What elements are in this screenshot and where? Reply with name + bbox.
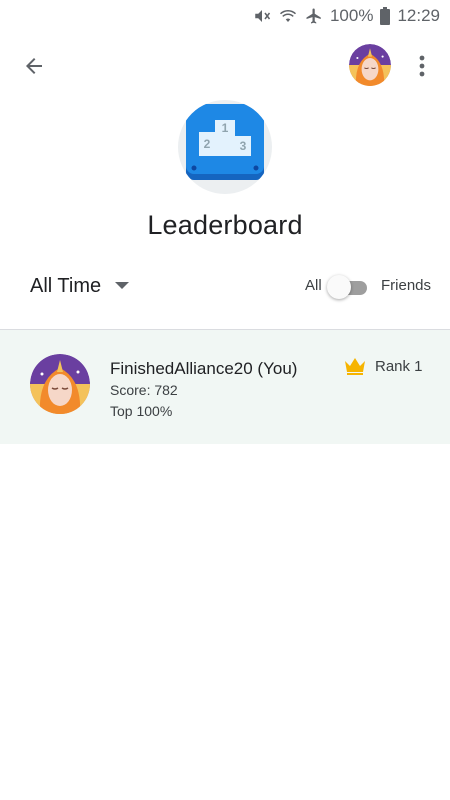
toggle-thumb (327, 275, 351, 299)
toggle-all-label: All (305, 277, 322, 294)
player-avatar-large (30, 354, 90, 414)
svg-text:1: 1 (222, 121, 229, 135)
player-name: FinishedAlliance20 (You) (110, 359, 298, 378)
mute-icon (252, 6, 272, 26)
crown-icon (344, 357, 366, 375)
player-percentile: Top 100% (110, 403, 173, 419)
player-avatar[interactable] (349, 44, 391, 86)
battery-percent: 100% (329, 6, 374, 25)
status-bar: 100% 12:29 (0, 0, 450, 32)
podium-icon: 1 2 3 (178, 100, 272, 194)
filter-row: All Time All Friends (0, 264, 450, 308)
all-friends-toggle[interactable] (325, 274, 367, 299)
more-options-button[interactable] (410, 48, 434, 84)
toggle-friends-label: Friends (381, 277, 432, 294)
app-bar (0, 32, 450, 98)
time-range-dropdown[interactable]: All Time (30, 270, 130, 302)
back-button[interactable] (16, 48, 52, 84)
player-rank: Rank 1 (375, 358, 423, 375)
page-title: Leaderboard (147, 210, 303, 240)
svg-text:3: 3 (240, 139, 247, 153)
time-range-label: All Time (30, 274, 102, 297)
more-vert-icon (419, 55, 425, 77)
player-score: Score: 782 (110, 382, 178, 398)
dropdown-arrow-icon (115, 282, 130, 289)
svg-text:2: 2 (204, 137, 211, 151)
leaderboard-row[interactable]: FinishedAlliance20 (You) Score: 782 Top … (0, 330, 450, 444)
wifi-icon (278, 6, 298, 26)
battery-icon (379, 6, 391, 26)
back-arrow-icon (26, 58, 42, 74)
clock-time: 12:29 (397, 6, 440, 25)
airplane-icon (304, 6, 324, 26)
